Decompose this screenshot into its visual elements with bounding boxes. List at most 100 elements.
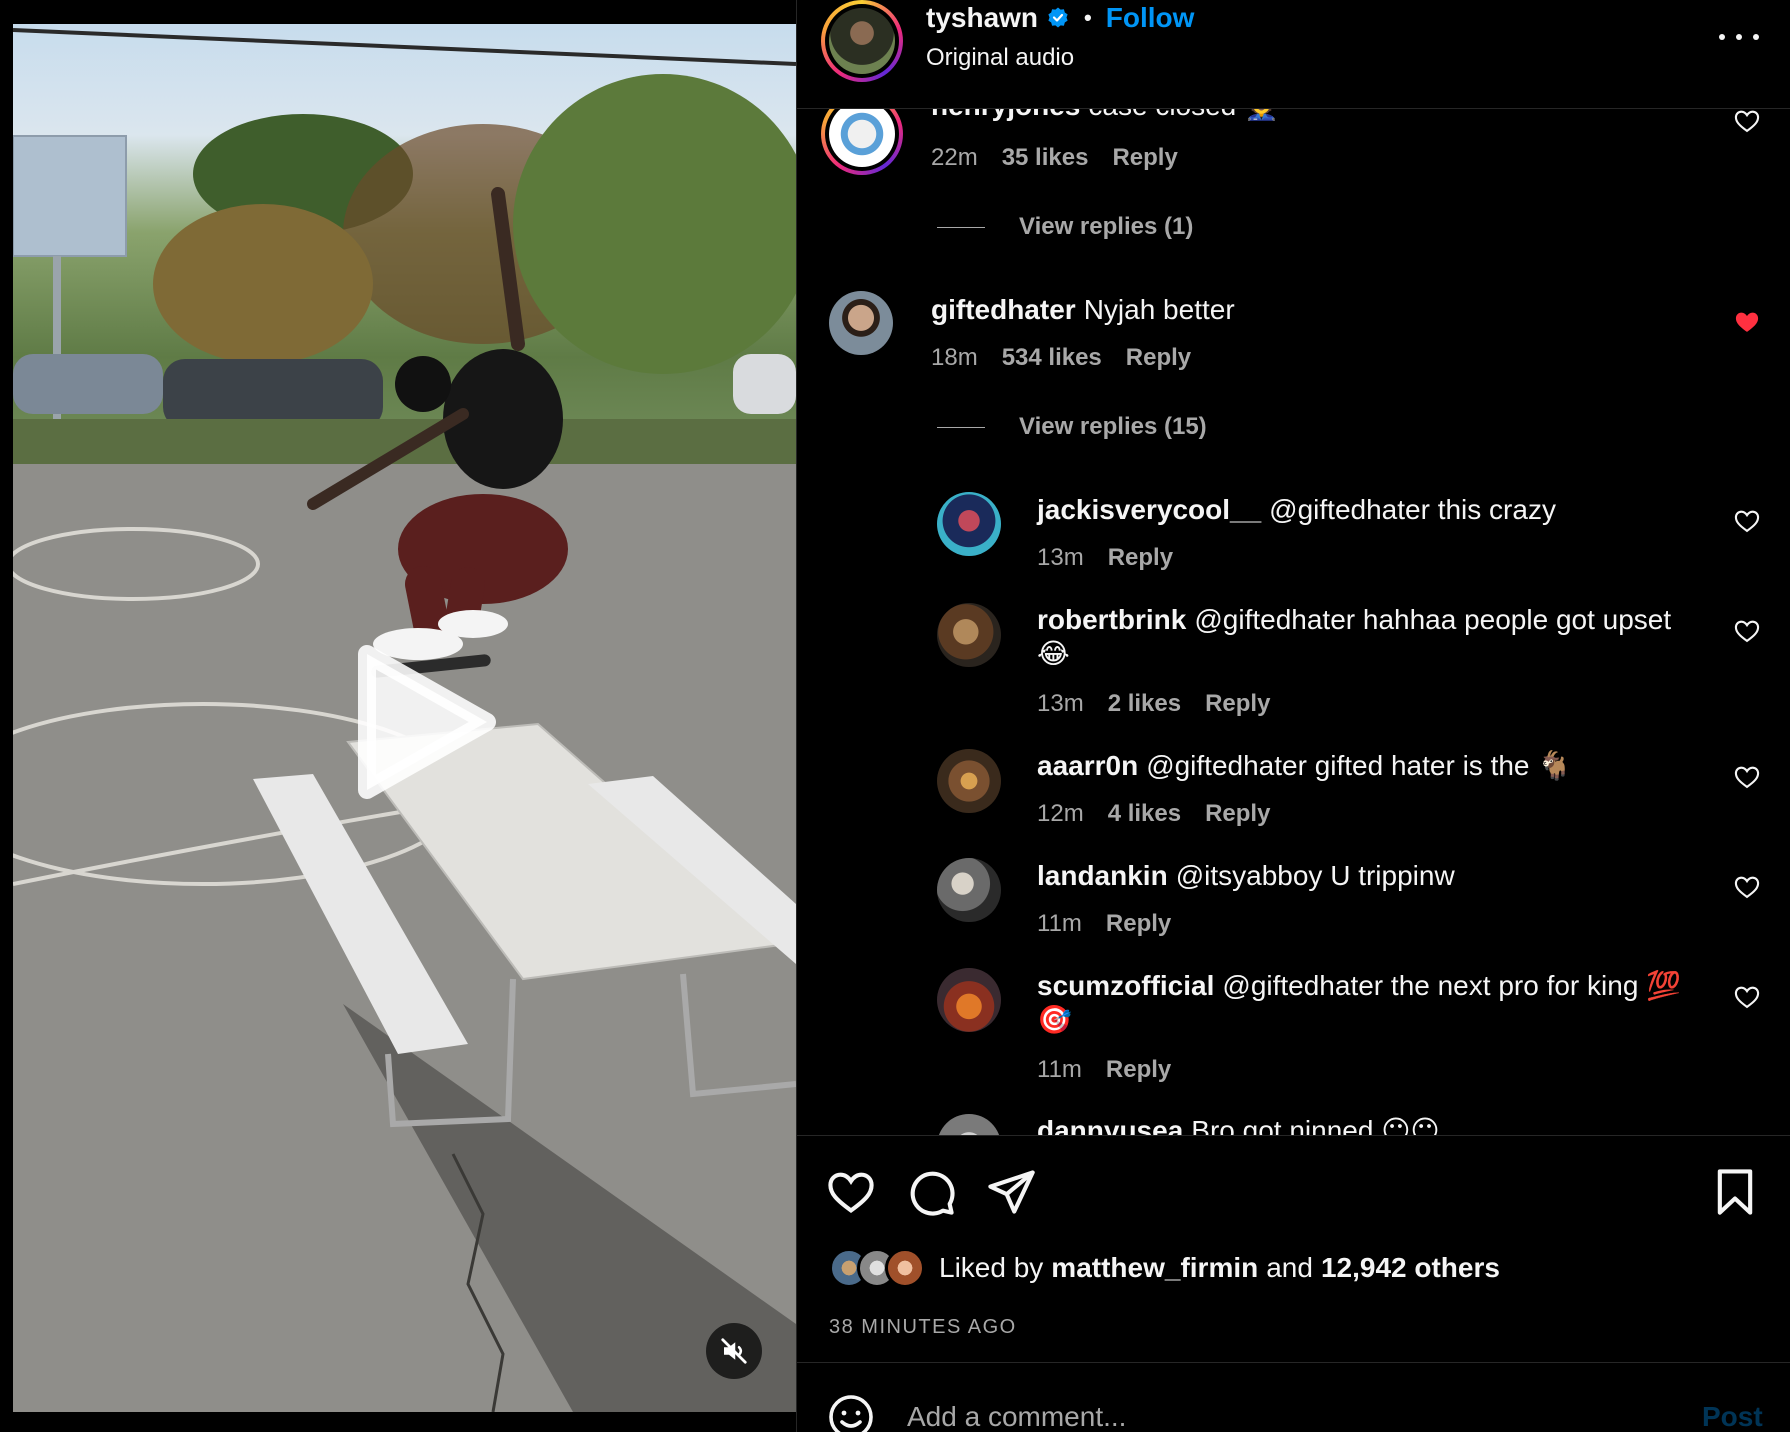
reply-button[interactable]: Reply xyxy=(1106,910,1171,938)
comment-body: case closed 👮 xyxy=(1088,109,1279,121)
comment-input[interactable] xyxy=(907,1393,1667,1432)
reply-time[interactable]: 11m xyxy=(1037,1056,1082,1084)
heart-filled-icon[interactable] xyxy=(1733,308,1761,336)
reply-meta: 12m 4 likes Reply xyxy=(1037,800,1270,828)
comment-time[interactable]: 22m xyxy=(931,144,978,172)
comment-likes[interactable]: 35 likes xyxy=(1002,144,1089,172)
heart-icon[interactable] xyxy=(1733,763,1761,791)
video-player[interactable] xyxy=(13,24,796,1412)
divider-line xyxy=(937,426,985,428)
reply-button[interactable]: Reply xyxy=(1126,344,1191,372)
comment-body: Nyjah better xyxy=(1083,294,1235,325)
reply-username[interactable]: landankin xyxy=(1037,860,1168,891)
reply-text: dannyusea Bro got ninned 😶😶 xyxy=(1037,1114,1440,1135)
heart-icon[interactable] xyxy=(1733,109,1761,135)
reply-button[interactable]: Reply xyxy=(1112,144,1177,172)
reply-username[interactable]: robertbrink xyxy=(1037,604,1186,635)
comment-time[interactable]: 18m xyxy=(931,344,978,372)
reply-button[interactable]: Reply xyxy=(1205,800,1270,828)
reply-text: robertbrink @giftedhater hahhaa people go… xyxy=(1037,603,1717,671)
reply-time[interactable]: 13m xyxy=(1037,544,1084,572)
liker-avatars xyxy=(829,1248,925,1288)
reply-likes[interactable]: 2 likes xyxy=(1108,690,1181,718)
volume-muted-icon xyxy=(721,1338,747,1364)
reply-body: @giftedhater hahhaa people got upset xyxy=(1194,604,1672,635)
reply-time[interactable]: 11m xyxy=(1037,910,1082,938)
avatar[interactable] xyxy=(937,1114,1001,1135)
reply-username[interactable]: dannyusea xyxy=(1037,1115,1183,1135)
reply-text: aaarr0n @giftedhater gifted hater is the … xyxy=(1037,749,1572,783)
comment-icon[interactable] xyxy=(905,1166,957,1218)
comment-username[interactable]: giftedhater xyxy=(931,294,1076,325)
reply-body: @giftedhater gifted hater is the 🐐 xyxy=(1146,750,1573,781)
comment-username[interactable]: henryjones xyxy=(931,109,1080,121)
heart-icon[interactable] xyxy=(1733,983,1761,1011)
author-username[interactable]: tyshawn xyxy=(926,2,1038,34)
likes-summary[interactable]: Liked by matthew_firmin and 12,942 other… xyxy=(829,1248,1508,1288)
avatar xyxy=(885,1248,925,1288)
reply-text: landankin @itsyabboy U trippinw xyxy=(1037,859,1455,893)
heart-icon[interactable] xyxy=(1733,617,1761,645)
divider-line xyxy=(937,226,985,228)
liked-by-user[interactable]: matthew_firmin xyxy=(1051,1252,1258,1284)
separator-dot: • xyxy=(1084,5,1092,30)
avatar[interactable] xyxy=(937,858,1001,922)
mute-button[interactable] xyxy=(706,1323,762,1379)
reply-body: @giftedhater the next pro for king 💯 xyxy=(1222,970,1682,1001)
avatar[interactable] xyxy=(937,968,1001,1032)
comment-text: henryjones case closed 👮 xyxy=(931,109,1279,123)
comment-text: giftedhater Nyjah better xyxy=(931,293,1235,327)
reply-meta: 13m 2 likes Reply xyxy=(1037,690,1270,718)
reply-username[interactable]: aaarr0n xyxy=(1037,750,1138,781)
comment-meta: 22m 35 likes Reply xyxy=(931,144,1178,172)
avatar[interactable] xyxy=(937,603,1001,667)
comment-likes[interactable]: 534 likes xyxy=(1002,344,1102,372)
avatar[interactable] xyxy=(829,291,893,355)
reply-time[interactable]: 12m xyxy=(1037,800,1084,828)
heart-icon[interactable] xyxy=(1733,873,1761,901)
reply-username[interactable]: jackisverycool__ xyxy=(1037,494,1261,525)
heart-icon[interactable] xyxy=(825,1166,877,1218)
post-button[interactable]: Post xyxy=(1702,1401,1763,1432)
reply-likes[interactable]: 4 likes xyxy=(1108,800,1181,828)
comments-list[interactable]: henryjones case closed 👮 22m 35 likes Rep… xyxy=(797,109,1790,1135)
more-horizontal-icon xyxy=(1719,34,1725,40)
view-replies-button[interactable]: View replies (1) xyxy=(937,213,1193,241)
comment-composer: Post xyxy=(797,1362,1790,1432)
author-avatar[interactable] xyxy=(821,0,903,82)
reply-body: Bro got ninned 😶😶 xyxy=(1191,1115,1440,1135)
heart-icon[interactable] xyxy=(1733,507,1761,535)
verified-badge-icon xyxy=(1048,7,1068,28)
reply-text: jackisverycool__ @giftedhater this crazy xyxy=(1037,493,1556,527)
reply-username[interactable]: scumzofficial xyxy=(1037,970,1214,1001)
more-dot xyxy=(1753,34,1759,40)
more-dot xyxy=(1736,34,1742,40)
view-replies-button[interactable]: View replies (15) xyxy=(937,413,1207,441)
avatar[interactable] xyxy=(937,492,1001,556)
play-icon[interactable] xyxy=(347,644,502,799)
liked-by-prefix: Liked by xyxy=(939,1252,1044,1283)
liked-by-others[interactable]: 12,942 others xyxy=(1321,1252,1500,1284)
bookmark-icon[interactable] xyxy=(1709,1166,1761,1218)
emoji-icon[interactable] xyxy=(827,1393,875,1432)
reply-time[interactable]: 13m xyxy=(1037,690,1084,718)
reply-emoji: 🎯 xyxy=(1037,1004,1072,1035)
post-actions: Liked by matthew_firmin and 12,942 other… xyxy=(797,1135,1790,1362)
view-replies-label: View replies (1) xyxy=(1019,213,1194,240)
paper-plane-icon[interactable] xyxy=(985,1166,1037,1218)
follow-button[interactable]: Follow xyxy=(1106,2,1195,34)
avatar[interactable] xyxy=(821,109,903,175)
post-timestamp[interactable]: 38 MINUTES AGO xyxy=(829,1316,1017,1339)
reply-meta: 11m Reply xyxy=(1037,1056,1171,1084)
reply-button[interactable]: Reply xyxy=(1205,690,1270,718)
reply-meta: 11m Reply xyxy=(1037,910,1171,938)
reply-button[interactable]: Reply xyxy=(1106,1056,1171,1084)
audio-label[interactable]: Original audio xyxy=(926,44,1074,72)
reply-body: @giftedhater this crazy xyxy=(1269,494,1556,525)
more-options-button[interactable] xyxy=(1719,22,1759,52)
reply-button[interactable]: Reply xyxy=(1108,544,1173,572)
avatar[interactable] xyxy=(937,749,1001,813)
author-row: tyshawn • Follow xyxy=(926,2,1194,34)
view-replies-label: View replies (15) xyxy=(1019,413,1207,440)
liked-by-and: and xyxy=(1266,1252,1313,1283)
